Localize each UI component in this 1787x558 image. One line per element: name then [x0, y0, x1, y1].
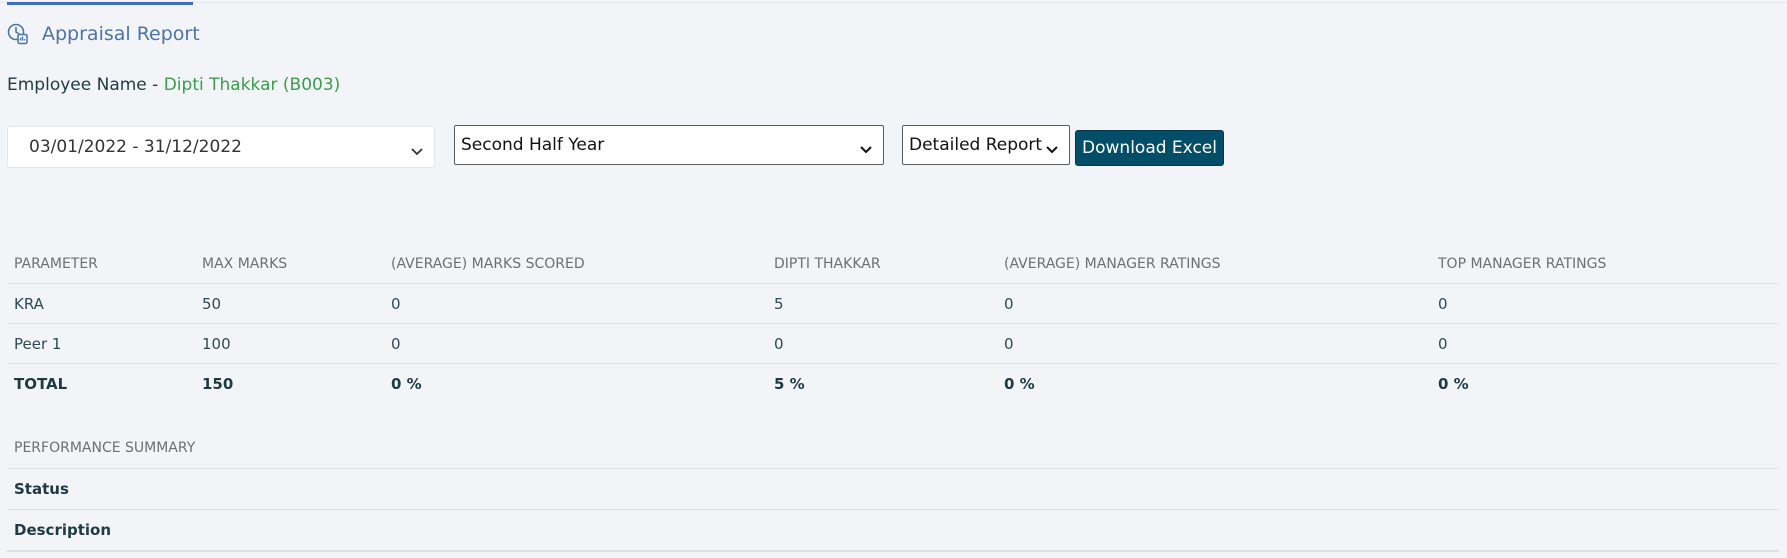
page-header: Appraisal Report	[6, 22, 200, 46]
table-cell: 5	[767, 283, 997, 324]
table-cell: 0	[384, 283, 767, 324]
report-type-select[interactable]: Detailed Report	[902, 125, 1070, 165]
table-cell: TOTAL	[14, 374, 68, 393]
summary-heading: PERFORMANCE SUMMARY	[7, 428, 1779, 469]
employee-separator: -	[146, 75, 164, 95]
summary-row: Description	[7, 509, 1779, 552]
table-cell: KRA	[7, 283, 195, 324]
column-header: PARAMETER	[7, 245, 195, 284]
chevron-down-icon	[859, 140, 873, 154]
appraisal-report-page: Appraisal Report Employee Name - Dipti T…	[0, 0, 1787, 558]
table-cell: 0	[767, 323, 997, 364]
appraisal-table: PARAMETER MAX MARKS (AVERAGE) MARKS SCOR…	[7, 245, 1779, 403]
performance-summary-table: PERFORMANCE SUMMARY Status Description	[7, 428, 1779, 552]
employee-info: Employee Name - Dipti Thakkar (B003)	[7, 75, 340, 95]
employee-name: Dipti Thakkar (B003)	[163, 75, 341, 95]
table-cell: 100	[195, 323, 384, 364]
employee-label: Employee Name	[7, 75, 147, 95]
download-excel-button[interactable]: Download Excel	[1075, 130, 1224, 166]
table-cell: 0 %	[1438, 374, 1469, 393]
table-cell: 0	[1431, 323, 1779, 364]
period-value: Second Half Year	[461, 135, 605, 155]
top-divider	[0, 2, 1787, 3]
table-total-row: TOTAL 150 0 % 5 % 0 % 0 %	[7, 364, 1779, 404]
summary-row: Status	[7, 468, 1779, 510]
table-cell: Peer 1	[7, 323, 195, 364]
active-tab-indicator	[7, 2, 193, 5]
column-header: (AVERAGE) MANAGER RATINGS	[997, 245, 1431, 284]
table-row: KRA 50 0 5 0 0	[7, 283, 1779, 324]
summary-label: Status	[7, 468, 1779, 510]
table-cell: 0	[1431, 283, 1779, 324]
table-cell: 50	[195, 283, 384, 324]
table-cell: 0	[384, 323, 767, 364]
page-title: Appraisal Report	[42, 23, 200, 45]
clock-report-icon	[6, 22, 30, 46]
table-cell: 150	[202, 374, 234, 393]
summary-label: Description	[7, 509, 1779, 552]
table-cell: 0 %	[1004, 374, 1035, 393]
table-cell: 0	[997, 283, 1431, 324]
column-header: TOP MANAGER RATINGS	[1431, 245, 1779, 284]
date-range-select[interactable]: 03/01/2022 - 31/12/2022	[7, 126, 435, 168]
report-type-value: Detailed Report	[909, 135, 1043, 155]
period-select[interactable]: Second Half Year	[454, 125, 884, 165]
table-cell: 0 %	[391, 374, 422, 393]
table-header-row: PARAMETER MAX MARKS (AVERAGE) MARKS SCOR…	[7, 245, 1779, 284]
table-cell: 5 %	[774, 374, 805, 393]
column-header: DIPTI THAKKAR	[767, 245, 997, 284]
table-cell: 0	[997, 323, 1431, 364]
table-row: Peer 1 100 0 0 0 0	[7, 323, 1779, 364]
column-header: MAX MARKS	[195, 245, 384, 284]
summary-header-row: PERFORMANCE SUMMARY	[7, 428, 1779, 469]
column-header: (AVERAGE) MARKS SCORED	[384, 245, 767, 284]
date-range-value: 03/01/2022 - 31/12/2022	[29, 137, 242, 157]
chevron-down-icon	[1045, 140, 1059, 154]
chevron-down-icon	[410, 142, 424, 156]
